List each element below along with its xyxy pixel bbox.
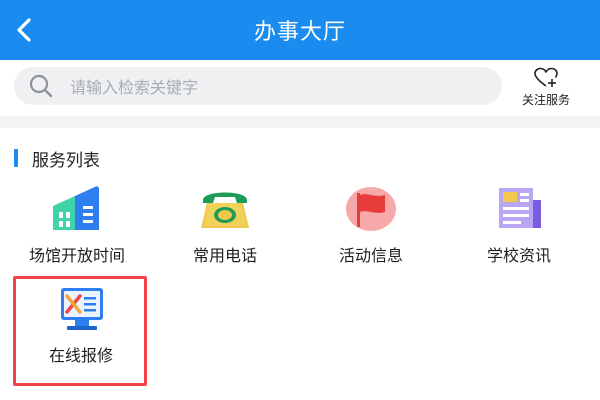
- search-icon: [29, 74, 53, 98]
- highlight-frame: [13, 276, 147, 386]
- section-accent-bar: [14, 149, 18, 167]
- follow-service-label: 关注服务: [521, 92, 570, 107]
- search-input[interactable]: 请输入检索关键字: [14, 67, 502, 105]
- service-tile-phone[interactable]: 常用电话: [160, 180, 290, 280]
- header: 办事大厅: [0, 0, 600, 60]
- service-tile-venue-hours[interactable]: 场馆开放时间: [12, 180, 142, 280]
- telephone-icon: [201, 192, 249, 228]
- service-tile-label: 常用电话: [192, 246, 257, 265]
- back-button[interactable]: [6, 12, 42, 48]
- flag-icon: [346, 187, 396, 231]
- service-tile-school-news[interactable]: 学校资讯: [454, 180, 584, 280]
- service-tile-activities[interactable]: 活动信息: [306, 180, 436, 280]
- service-panel: 服务列表 场馆开放时间 常用电话 活动信息 学校资讯 在线报修: [0, 128, 600, 400]
- page-title: 办事大厅: [253, 20, 346, 45]
- service-tile-label: 活动信息: [338, 246, 403, 265]
- building-icon: [53, 186, 99, 230]
- search-placeholder: 请输入检索关键字: [70, 78, 199, 97]
- heart-plus-icon: [534, 67, 558, 87]
- section-header: 服务列表: [14, 148, 100, 171]
- chevron-left-icon: [17, 18, 31, 42]
- service-tile-label: 场馆开放时间: [28, 246, 125, 265]
- follow-service-button[interactable]: 关注服务: [506, 63, 586, 111]
- search-bar: 请输入检索关键字 关注服务: [0, 60, 600, 116]
- newspaper-icon: [499, 188, 541, 228]
- section-title: 服务列表: [32, 150, 100, 171]
- service-tile-label: 学校资讯: [486, 246, 551, 265]
